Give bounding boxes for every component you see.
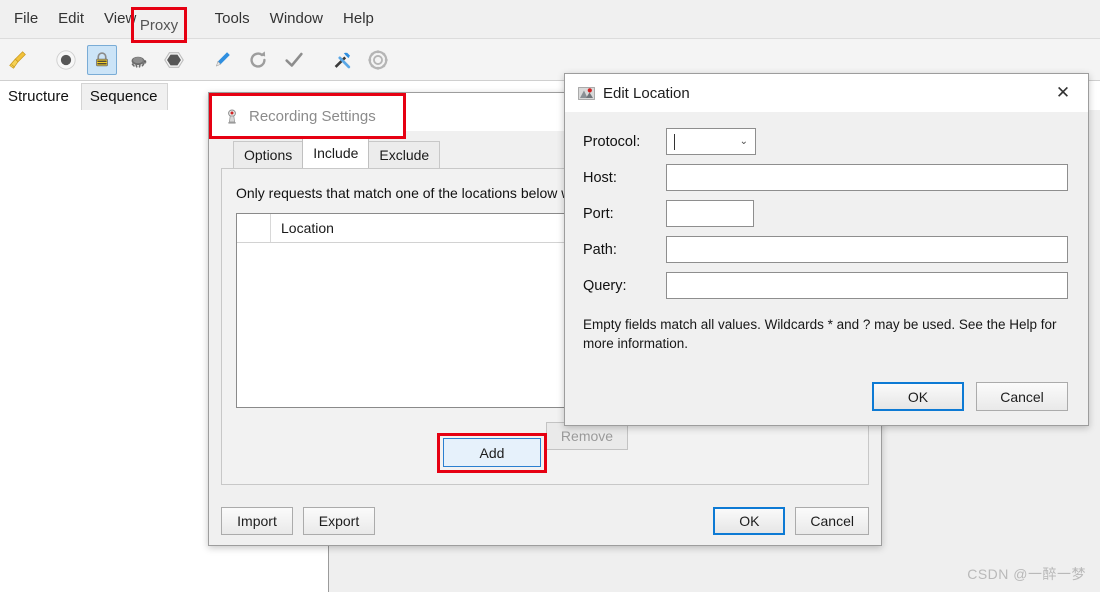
- query-row: Query:: [583, 272, 1068, 299]
- throttle-turtle-icon[interactable]: [123, 45, 153, 75]
- host-input[interactable]: [666, 164, 1068, 191]
- repeat-refresh-icon[interactable]: [243, 45, 273, 75]
- stop-hexagon-icon[interactable]: [159, 45, 189, 75]
- chevron-down-icon[interactable]: ⌄: [740, 136, 748, 147]
- port-input[interactable]: [666, 200, 754, 227]
- path-input[interactable]: [666, 236, 1068, 263]
- recording-settings-title: Recording Settings: [247, 103, 374, 121]
- import-button[interactable]: Import: [221, 507, 293, 535]
- tab-include[interactable]: Include: [302, 138, 370, 168]
- recording-settings-cancel-button[interactable]: Cancel: [795, 507, 869, 535]
- port-row: Port:: [583, 200, 1068, 227]
- tab-structure[interactable]: Structure: [0, 84, 79, 110]
- menu-item-tools[interactable]: Tools: [205, 6, 260, 32]
- edit-location-cancel-button[interactable]: Cancel: [976, 382, 1068, 411]
- query-label: Query:: [583, 277, 627, 294]
- recording-settings-footer: Import Export OK Cancel: [221, 507, 869, 535]
- menu-item-edit[interactable]: Edit: [48, 6, 94, 32]
- watermark: CSDN @一醉一梦: [967, 566, 1086, 582]
- protocol-row: Protocol: ⌄: [583, 128, 1068, 155]
- protocol-combobox[interactable]: ⌄: [666, 128, 756, 155]
- menu-item-window[interactable]: Window: [260, 6, 333, 32]
- record-icon[interactable]: [51, 45, 81, 75]
- close-icon[interactable]: ✕: [1042, 75, 1084, 111]
- confirm-group: OK Cancel: [713, 507, 869, 535]
- clear-broom-icon[interactable]: [3, 45, 33, 75]
- compose-pen-icon[interactable]: [207, 45, 237, 75]
- proxy-lock-icon[interactable]: [87, 44, 117, 75]
- edit-location-body: Protocol: ⌄ Host: Port: Path: Query: Emp…: [565, 112, 1088, 425]
- path-label: Path:: [583, 241, 617, 258]
- recording-settings-ok-button[interactable]: OK: [713, 507, 786, 535]
- recording-settings-icon: [221, 103, 239, 121]
- text-caret: [674, 133, 675, 150]
- menu-bar: File Edit View Proxy Tools Window Help: [0, 0, 1100, 39]
- tools-wrench-icon[interactable]: [327, 45, 357, 75]
- menu-item-view[interactable]: View: [94, 6, 146, 32]
- edit-location-titlebar[interactable]: Edit Location ✕: [565, 74, 1088, 112]
- edit-location-ok-button[interactable]: OK: [872, 382, 964, 411]
- tab-exclude[interactable]: Exclude: [368, 141, 441, 168]
- path-row: Path:: [583, 236, 1068, 263]
- validate-check-icon[interactable]: [279, 45, 309, 75]
- edit-location-help-text: Empty fields match all values. Wildcards…: [583, 317, 1057, 351]
- edit-location-title: Edit Location: [603, 84, 690, 102]
- import-export-group: Import Export: [221, 507, 375, 535]
- query-input[interactable]: [666, 272, 1068, 299]
- export-button[interactable]: Export: [303, 507, 375, 535]
- port-label: Port:: [583, 205, 614, 222]
- remove-button: Remove: [545, 422, 629, 450]
- edit-location-icon: [577, 84, 595, 102]
- menu-item-help[interactable]: Help: [333, 6, 384, 32]
- host-label: Host:: [583, 169, 617, 186]
- tab-options[interactable]: Options: [233, 141, 304, 168]
- edit-location-footer: OK Cancel: [872, 382, 1068, 411]
- tab-sequence[interactable]: Sequence: [80, 83, 169, 110]
- edit-location-dialog: Edit Location ✕ Protocol: ⌄ Host: Port: …: [564, 73, 1089, 426]
- host-row: Host:: [583, 164, 1068, 191]
- locations-table-buttons: Add Remove: [236, 422, 854, 450]
- settings-gear-icon[interactable]: [363, 45, 393, 75]
- menu-item-file[interactable]: File: [4, 6, 48, 32]
- protocol-label: Protocol:: [583, 133, 641, 150]
- column-header-enabled: [237, 214, 271, 242]
